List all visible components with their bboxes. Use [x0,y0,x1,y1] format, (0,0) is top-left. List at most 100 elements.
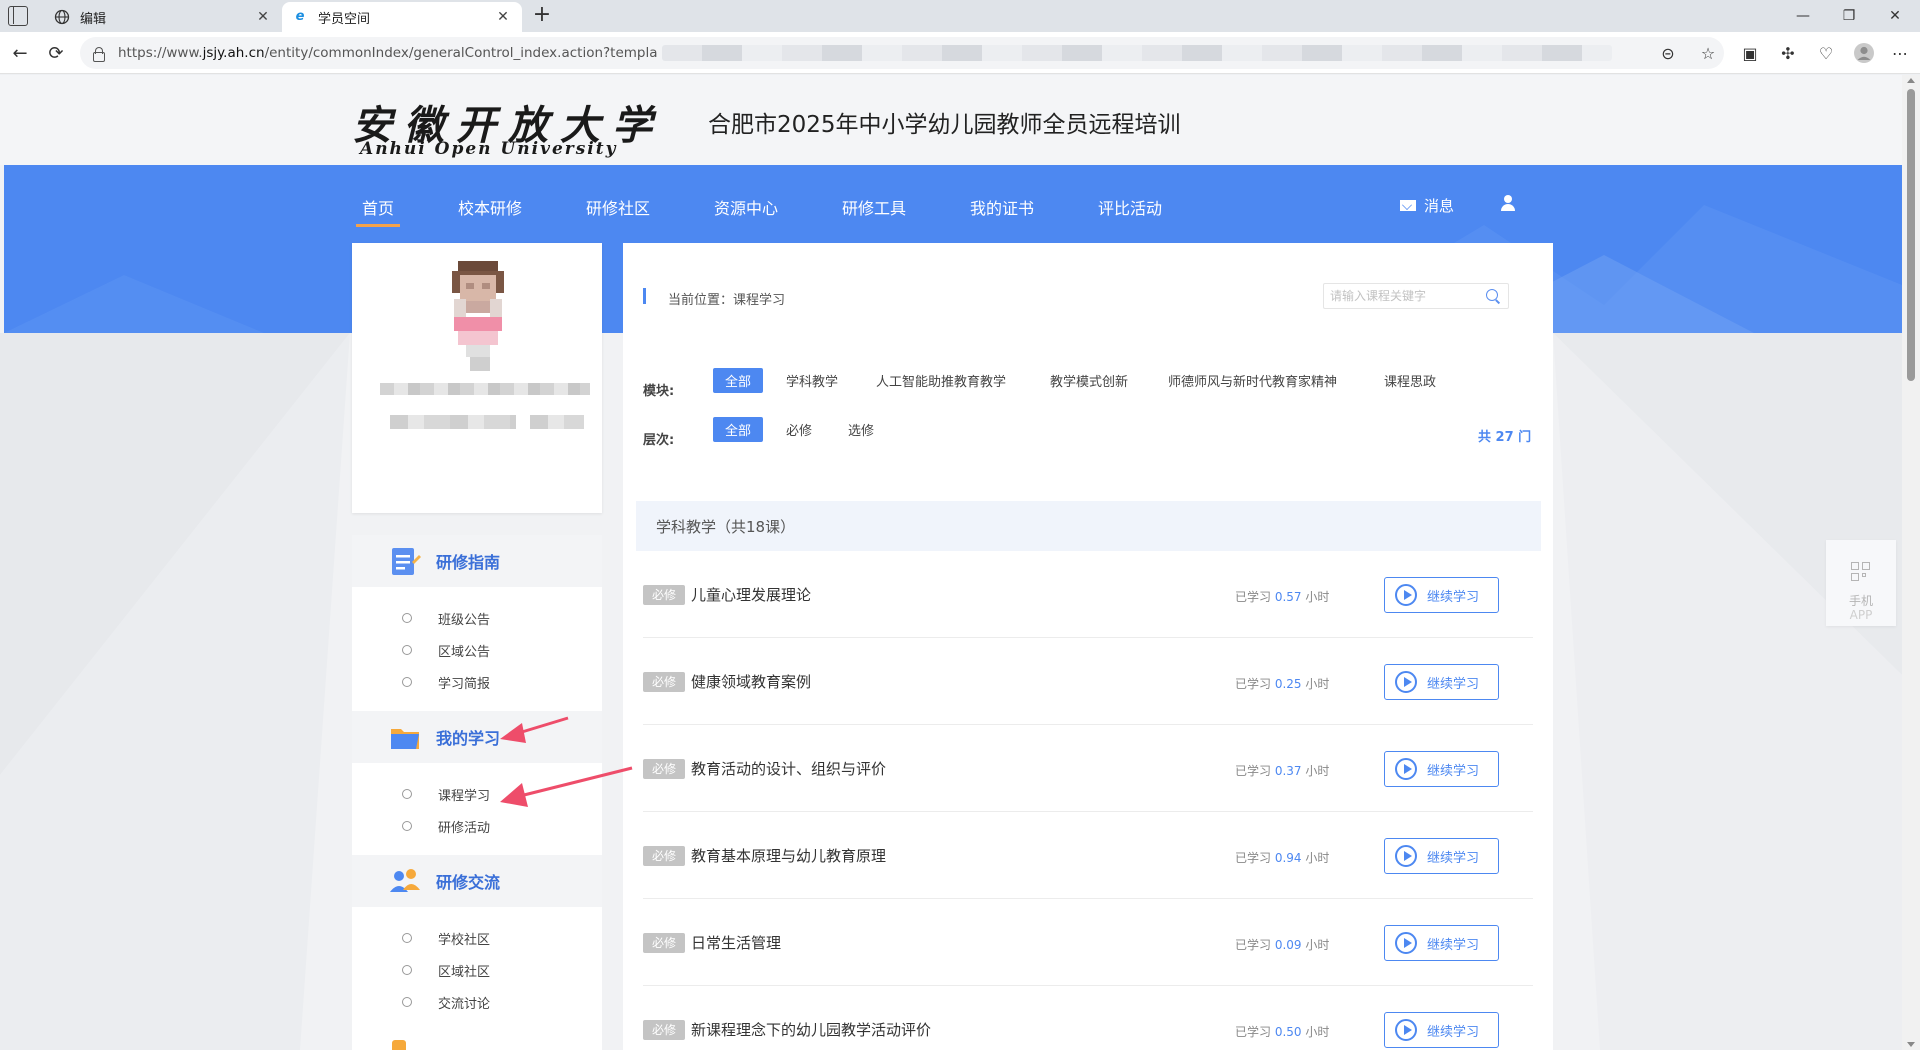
web-page: 安徽开放大学 Anhui Open University 合肥市2025年中小学… [0,75,1902,1050]
module-chip-all[interactable]: 全部 [713,368,764,393]
course-name[interactable]: 教育活动的设计、组织与评价 [691,758,886,779]
favorite-star-icon[interactable]: ☆ [1694,39,1722,67]
reader-mode-icon[interactable]: ⊝ [1654,39,1682,67]
scroll-down-icon[interactable] [1907,1042,1915,1047]
qr-code-icon [1851,562,1871,582]
sidebar-item-research-activity[interactable]: 研修活动 [352,810,602,842]
sidebar-item-study-brief[interactable]: 学习简报 [352,666,602,698]
module-chip-teacher-ethics[interactable]: 师德师风与新时代教育家精神 [1168,368,1337,393]
nav-school-research[interactable]: 校本研修 [458,195,522,219]
messages-label: 消息 [1424,197,1455,215]
browser-tab-edit[interactable]: 编辑 ✕ [44,2,282,32]
user-icon[interactable] [1500,195,1516,213]
course-group-header: 学科教学（共18课） [636,501,1541,551]
sidebar-section-title: 研修交流 [436,873,501,892]
module-chip-ai-teaching[interactable]: 人工智能助推教育教学 [876,368,1006,393]
continue-study-button[interactable]: 继续学习 [1384,925,1499,961]
browser-essentials-icon[interactable]: ♡ [1812,39,1840,67]
continue-study-button[interactable]: 继续学习 [1384,1012,1499,1048]
search-icon[interactable] [1486,289,1500,303]
module-chip-ideology[interactable]: 课程思政 [1384,368,1436,393]
mail-icon [1400,200,1416,211]
course-row: 必修 教育活动的设计、组织与评价 已学习 0.37 小时 继续学习 [643,725,1533,812]
continue-study-button[interactable]: 继续学习 [1384,838,1499,874]
sidebar-item-region-notice[interactable]: 区域公告 [352,634,602,666]
close-window-button[interactable]: ✕ [1872,0,1918,32]
sidebar-item-region-community[interactable]: 区域社区 [352,954,602,986]
more-menu-icon[interactable]: ⋯ [1886,39,1914,67]
study-progress: 已学习 0.94 小时 [1235,851,1330,865]
sidebar-item-discussion[interactable]: 交流讨论 [352,986,602,1018]
user-name-redacted [380,383,590,395]
course-row: 必修 健康领域教育案例 已学习 0.25 小时 继续学习 [643,638,1533,725]
required-badge: 必修 [643,933,685,953]
scrollbar-thumb[interactable] [1907,89,1915,381]
course-row: 必修 儿童心理发展理论 已学习 0.57 小时 继续学习 [643,551,1533,638]
breadcrumb: 当前位置：课程学习 [668,293,786,308]
nav-competitions[interactable]: 评比活动 [1098,195,1162,219]
continue-study-button[interactable]: 继续学习 [1384,664,1499,700]
level-filter-label: 层次: [643,433,675,448]
nav-research-tools[interactable]: 研修工具 [842,195,906,219]
browser-tab-student-space[interactable]: e 学员空间 ✕ [282,2,522,32]
course-name[interactable]: 健康领域教育案例 [691,671,811,692]
sidebar-item-course-study[interactable]: 课程学习 [352,778,602,810]
course-name[interactable]: 儿童心理发展理论 [691,584,811,605]
sidebar-item-class-notice[interactable]: 班级公告 [352,602,602,634]
messages-link[interactable]: 消息 [1400,195,1454,216]
course-name[interactable]: 教育基本原理与幼儿教育原理 [691,845,886,866]
browser-tab-bar: 编辑 ✕ e 学员空间 ✕ + — ❐ ✕ [0,0,1920,32]
sidebar-item-label: 交流讨论 [438,996,491,1012]
nav-my-certificates[interactable]: 我的证书 [970,195,1034,219]
sidebar-section-title: 研修指南 [436,553,501,572]
radio-dot-icon [402,677,412,687]
sidebar-toggle-icon[interactable] [8,6,28,26]
avatar[interactable] [444,261,512,371]
tab-close-icon[interactable]: ✕ [254,9,272,25]
sidebar-section-exchange[interactable]: 研修交流 [352,855,602,907]
radio-dot-icon [402,965,412,975]
tab-close-icon[interactable]: ✕ [494,9,512,25]
page-scrollbar[interactable] [1902,75,1920,1050]
level-chip-all[interactable]: 全部 [713,417,764,442]
globe-icon [54,9,70,25]
edge-favicon-icon: e [295,9,305,24]
radio-dot-icon [402,613,412,623]
module-chip-teaching-innovation[interactable]: 教学模式创新 [1050,368,1128,393]
level-chip-required[interactable]: 必修 [786,417,812,442]
module-chip-subject-teaching[interactable]: 学科教学 [786,368,838,393]
extensions-icon[interactable]: ✣ [1774,39,1802,67]
scroll-up-icon[interactable] [1907,78,1915,83]
refresh-button[interactable]: ⟳ [42,39,70,67]
new-tab-button[interactable]: + [528,2,556,30]
sidebar-section-my-study[interactable]: 我的学习 [352,711,602,763]
profile-card [352,243,602,513]
minimize-button[interactable]: — [1780,0,1826,32]
nav-research-community[interactable]: 研修社区 [586,195,650,219]
user-org-redacted [390,415,516,429]
nav-resource-center[interactable]: 资源中心 [714,195,778,219]
study-progress: 已学习 0.50 小时 [1235,1025,1330,1039]
people-icon [390,869,420,892]
profile-avatar-icon[interactable] [1850,39,1878,67]
mobile-app-float[interactable]: 手机 APP [1826,540,1896,626]
app-float-label: 手机 [1848,594,1873,608]
back-button[interactable]: ← [6,39,34,67]
play-icon [1395,671,1417,693]
address-bar-row: ← ⟳ https://www. jsjy.ah.cn/entity/common… [0,32,1920,74]
study-progress: 已学习 0.25 小时 [1235,677,1330,691]
restore-button[interactable]: ❐ [1826,0,1872,32]
course-search-input[interactable] [1330,289,1480,303]
course-name[interactable]: 日常生活管理 [691,932,781,953]
site-header: 安徽开放大学 Anhui Open University 合肥市2025年中小学… [0,75,1902,165]
sidebar-item-school-community[interactable]: 学校社区 [352,922,602,954]
url-field[interactable]: https://www. jsjy.ah.cn/entity/commonInde… [80,37,1724,69]
continue-study-button[interactable]: 继续学习 [1384,751,1499,787]
continue-study-button[interactable]: 继续学习 [1384,577,1499,613]
collections-icon[interactable]: ▣ [1736,39,1764,67]
sidebar-item-label: 学校社区 [438,932,491,948]
nav-home[interactable]: 首页 [355,195,401,227]
sidebar-section-guide[interactable]: 研修指南 [352,535,602,587]
level-chip-elective[interactable]: 选修 [848,417,874,442]
course-name[interactable]: 新课程理念下的幼儿园教学活动评价 [691,1019,931,1040]
